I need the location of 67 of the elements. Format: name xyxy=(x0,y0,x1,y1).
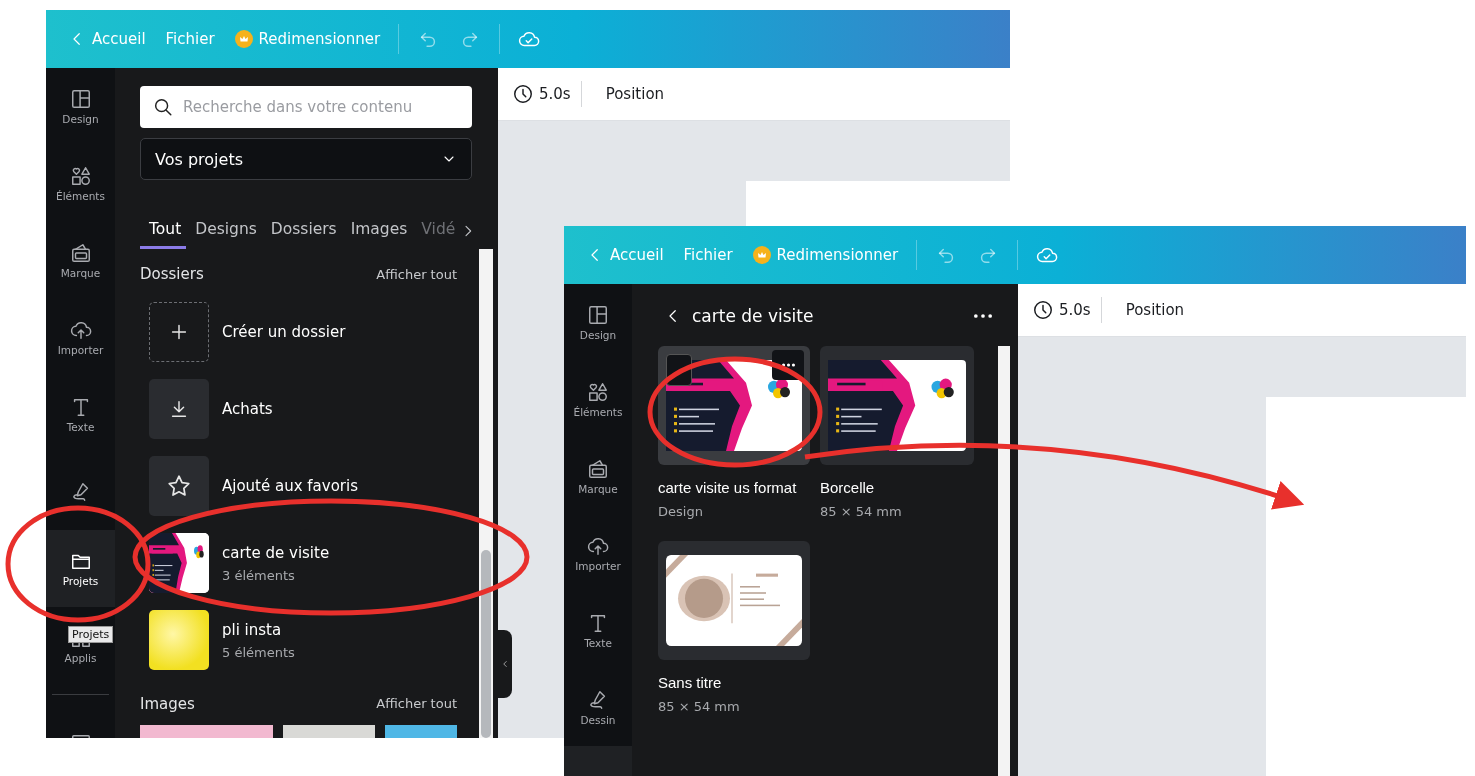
filter-tab[interactable]: Designs xyxy=(186,214,262,249)
design-thumbnail[interactable] xyxy=(658,541,810,660)
rail-item[interactable]: Éléments xyxy=(46,145,115,222)
design-subtitle: Design xyxy=(658,504,704,519)
scrollbar[interactable] xyxy=(998,346,1010,776)
shapes-icon xyxy=(587,381,609,403)
tooltip: Projets xyxy=(68,626,114,643)
duration-button[interactable]: 5.0s xyxy=(1032,299,1091,321)
cloud-upload-icon xyxy=(69,319,92,341)
collapse-handle[interactable] xyxy=(498,630,512,698)
dots-icon xyxy=(974,314,992,318)
rail-item[interactable]: Dessin xyxy=(564,669,632,746)
rail-item[interactable]: Importer xyxy=(564,515,632,592)
design-title: carte visite us format xyxy=(658,479,798,496)
image-thumbnail[interactable] xyxy=(282,724,376,738)
projects-dropdown[interactable]: Vos projets xyxy=(140,138,472,180)
image-thumbnail[interactable] xyxy=(140,724,273,738)
briefcase-icon xyxy=(587,458,609,480)
position-button[interactable]: Position xyxy=(1111,301,1185,319)
see-all-link[interactable]: Afficher tout xyxy=(376,266,457,282)
rail-item[interactable]: Marque xyxy=(46,222,115,299)
design-subtitle: 85 × 54 mm xyxy=(820,504,903,519)
chevron-left-icon xyxy=(500,659,510,669)
design-title: Borcelle xyxy=(820,479,876,496)
rail-item[interactable]: Design xyxy=(564,284,632,361)
filter-tab[interactable]: Vidé xyxy=(412,214,461,249)
dots-icon xyxy=(781,363,795,367)
star-icon xyxy=(166,473,192,499)
design-title: Sans titre xyxy=(658,674,723,691)
folder-back-button[interactable]: carte de visite xyxy=(664,306,814,326)
section-title: Dossiers xyxy=(140,265,204,283)
folder-item[interactable]: Ajouté aux favoris xyxy=(140,456,457,516)
design-thumbnail[interactable] xyxy=(658,346,810,465)
folder-item[interactable]: carte de visite 3 éléments xyxy=(140,533,457,593)
folder-item[interactable]: Créer un dossier xyxy=(140,302,457,362)
filter-tab[interactable]: Dossiers xyxy=(261,214,342,249)
scrollbar-thumb[interactable] xyxy=(481,550,491,738)
folder-thumbnail xyxy=(149,610,209,670)
rail-item[interactable]: Texte xyxy=(564,592,632,669)
section-title: Images xyxy=(140,694,195,713)
folder-item[interactable]: Achats xyxy=(140,379,457,439)
briefcase-icon xyxy=(69,242,92,264)
image-thumbnail[interactable] xyxy=(385,724,457,738)
rail-item[interactable]: Marque xyxy=(564,438,632,515)
business-card-thumbnail xyxy=(149,533,209,593)
scrollbar[interactable] xyxy=(479,249,493,738)
rail-item[interactable]: Éléments xyxy=(564,361,632,438)
layout-icon xyxy=(69,88,92,110)
duration-button[interactable]: 5.0s xyxy=(512,83,571,105)
see-all-link[interactable]: Afficher tout xyxy=(376,696,457,712)
design-thumbnail[interactable] xyxy=(820,346,974,465)
position-button[interactable]: Position xyxy=(591,85,665,103)
cloud-upload-icon xyxy=(587,535,609,557)
filter-tab[interactable]: Tout xyxy=(140,214,187,249)
design-subtitle: 85 × 54 mm xyxy=(658,699,741,714)
folder-item[interactable]: pli insta 5 éléments xyxy=(140,610,457,670)
filter-tab[interactable]: Images xyxy=(341,214,413,249)
shapes-icon xyxy=(69,165,92,187)
more-button[interactable] xyxy=(974,314,992,318)
rail-item[interactable]: Texte xyxy=(46,376,115,453)
search-field[interactable]: Recherche dans votre contenu xyxy=(140,86,472,128)
rail-item[interactable]: Projets xyxy=(46,530,115,607)
clock-icon xyxy=(1032,299,1054,321)
clock-icon xyxy=(512,83,534,105)
rail-item[interactable]: Design xyxy=(46,68,115,145)
layout-icon xyxy=(587,304,609,326)
rail-item[interactable]: Importer xyxy=(46,299,115,376)
